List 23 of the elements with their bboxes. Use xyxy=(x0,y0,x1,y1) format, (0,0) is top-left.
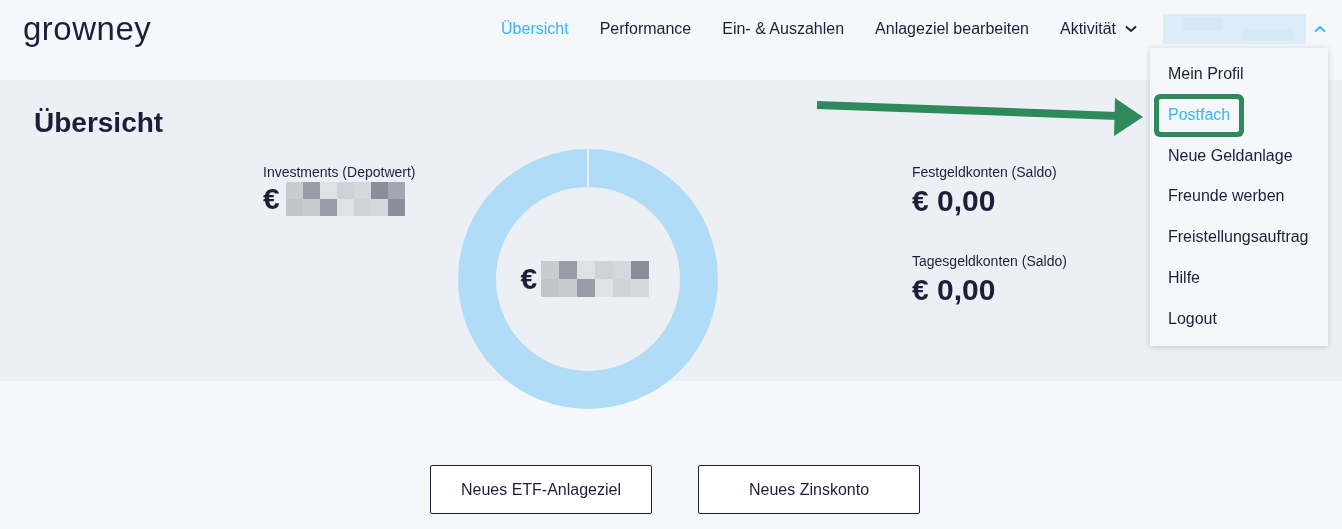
action-button[interactable]: Neues ETF-Anlageziel xyxy=(430,465,652,514)
account-label: Festgeldkonten (Saldo) xyxy=(912,164,1057,180)
nav-link[interactable]: Anlageziel bearbeiten xyxy=(875,20,1029,38)
logo[interactable]: growney xyxy=(23,10,152,48)
menu-item[interactable]: Logout xyxy=(1150,298,1320,340)
menu-item[interactable]: Freunde werben xyxy=(1150,176,1320,218)
account-balance: € 0,00 xyxy=(912,273,996,307)
menu-item[interactable]: Neue Geldanlage xyxy=(1150,135,1320,177)
menu-item[interactable]: Hilfe xyxy=(1150,258,1320,299)
chevron-down-icon xyxy=(1125,25,1137,33)
nav-link[interactable]: Performance xyxy=(599,20,692,38)
account-label: Tagesgeldkonten (Saldo) xyxy=(912,253,1067,269)
nav-link[interactable]: Aktivität xyxy=(1060,20,1116,38)
account-balance: € 0,00 xyxy=(912,184,996,218)
page-title: Übersicht xyxy=(34,107,164,139)
chevron-up-icon[interactable] xyxy=(1314,25,1326,33)
currency-symbol: € xyxy=(263,182,280,216)
action-button[interactable]: Neues Zinskonto xyxy=(698,465,920,514)
menu-item[interactable]: Mein Profil xyxy=(1150,54,1320,95)
menu-item[interactable]: Freistellungsauftrag xyxy=(1150,217,1320,258)
nav-link[interactable]: Ein- & Auszahlen xyxy=(722,20,845,38)
investments-label: Investments (Depotwert) xyxy=(263,164,416,180)
currency-symbol: € xyxy=(520,262,538,296)
